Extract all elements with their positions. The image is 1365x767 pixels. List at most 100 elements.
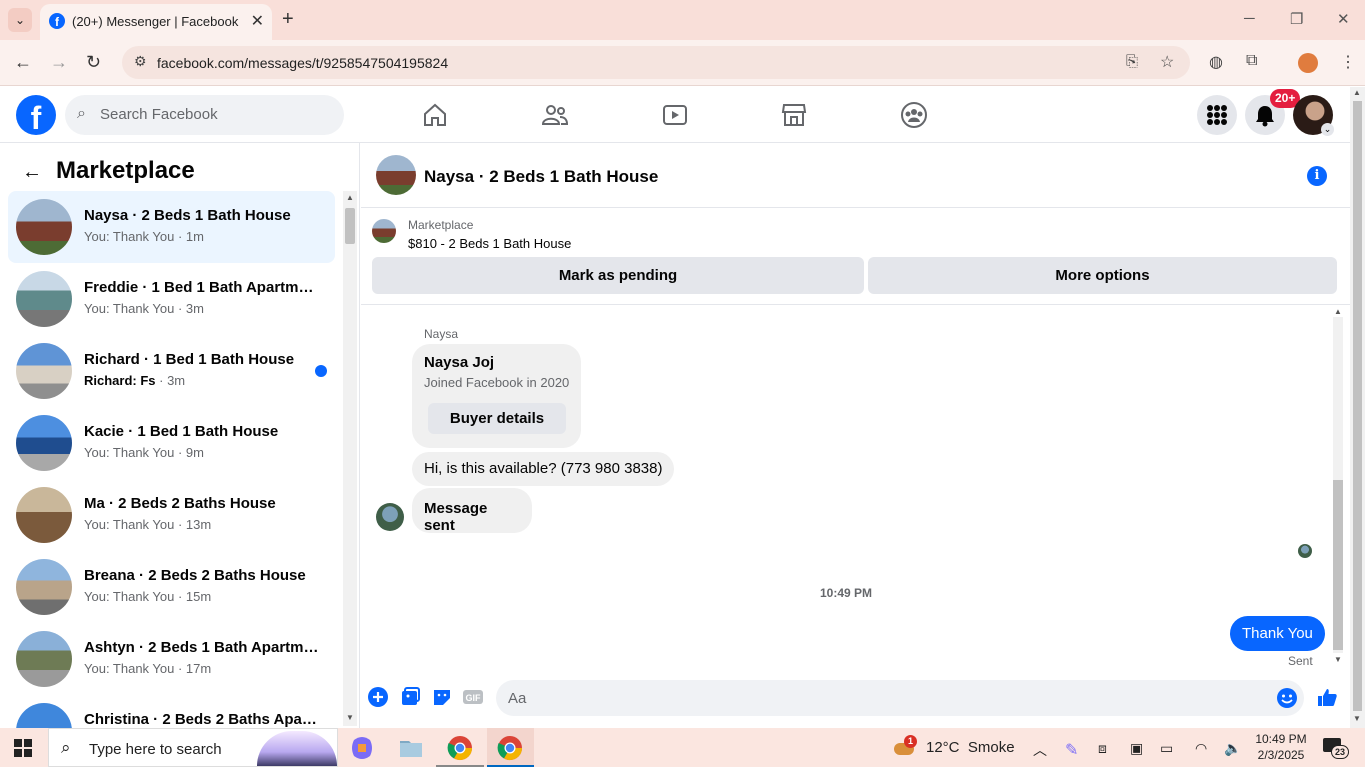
conversation-item[interactable]: Freddie · 1 Bed 1 Bath Apartment You: Th… bbox=[8, 263, 335, 335]
conversation-item[interactable]: Ashtyn · 2 Beds 1 Bath Apartment You: Th… bbox=[8, 623, 335, 695]
message-timestamp: 10:49 PM bbox=[819, 586, 873, 600]
back-icon[interactable]: ← bbox=[14, 52, 32, 73]
scroll-down-icon[interactable]: ▼ bbox=[346, 713, 354, 722]
account-chevron-icon[interactable]: ⌄ bbox=[1321, 123, 1334, 136]
page-scrollbar[interactable]: ▲ ▼ bbox=[1350, 87, 1365, 728]
translate-icon[interactable]: ◍ bbox=[1209, 52, 1223, 72]
wifi-icon[interactable]: ◠ bbox=[1195, 740, 1207, 757]
chrome-icon[interactable] bbox=[446, 734, 474, 762]
copilot-icon[interactable] bbox=[348, 734, 376, 762]
menu-grid-button[interactable] bbox=[1197, 95, 1237, 135]
close-window-icon[interactable]: ✕ bbox=[1337, 10, 1350, 28]
buyer-details-button[interactable]: Buyer details bbox=[428, 403, 566, 434]
listing-thumbnail bbox=[16, 343, 72, 399]
my-message-bubble[interactable]: Thank You bbox=[1230, 616, 1325, 651]
thumbs-up-icon[interactable] bbox=[1316, 686, 1338, 708]
bookmark-star-icon[interactable]: ☆ bbox=[1160, 52, 1174, 72]
listing-source-label: Marketplace bbox=[408, 218, 474, 232]
scrollbar-thumb[interactable] bbox=[1333, 480, 1343, 650]
scroll-up-icon[interactable]: ▲ bbox=[1334, 307, 1342, 316]
pen-icon[interactable]: ✎ bbox=[1065, 740, 1078, 760]
taskbar-search-input[interactable]: ⌕ Type here to search bbox=[48, 728, 338, 767]
gif-icon[interactable]: GIF bbox=[462, 686, 484, 708]
battery-icon[interactable]: ▭ bbox=[1160, 740, 1173, 757]
restore-icon[interactable]: ❐ bbox=[1290, 10, 1303, 28]
profile-card: Naysa Joj Joined Facebook in 2020 Buyer … bbox=[412, 344, 581, 448]
conversation-item[interactable]: Richard · 1 Bed 1 Bath House Richard: Fs… bbox=[8, 335, 335, 407]
notification-count: 23 bbox=[1331, 745, 1349, 759]
marketplace-icon[interactable] bbox=[780, 101, 808, 129]
scrollbar-thumb[interactable] bbox=[345, 208, 355, 244]
profile-icon[interactable] bbox=[1298, 53, 1318, 73]
search-icon: ⌕ bbox=[61, 738, 71, 757]
conversation-item[interactable]: Kacie · 1 Bed 1 Bath House You: Thank Yo… bbox=[8, 407, 335, 479]
clock[interactable]: 10:49 PM 2/3/2025 bbox=[1252, 731, 1310, 763]
close-tab-icon[interactable]: ✕ bbox=[251, 11, 264, 31]
display-icon[interactable]: ▣ bbox=[1130, 740, 1143, 757]
back-arrow-icon[interactable]: ← bbox=[22, 161, 42, 184]
photo-icon[interactable] bbox=[399, 686, 421, 708]
message-input[interactable]: Aa bbox=[496, 680, 1304, 716]
clock-date: 2/3/2025 bbox=[1257, 748, 1305, 762]
windows-start-icon[interactable] bbox=[14, 739, 32, 757]
info-icon[interactable]: i bbox=[1307, 166, 1327, 186]
video-icon[interactable] bbox=[661, 101, 689, 129]
file-explorer-icon[interactable] bbox=[397, 734, 425, 762]
scroll-down-icon[interactable]: ▼ bbox=[1353, 714, 1361, 723]
meet-now-icon[interactable]: ⧈ bbox=[1098, 740, 1107, 757]
more-options-button[interactable]: More options bbox=[868, 257, 1337, 294]
scroll-up-icon[interactable]: ▲ bbox=[1353, 88, 1361, 97]
conversation-preview: Richard: Fs · 3m bbox=[84, 373, 186, 388]
message-thread-scrollbar[interactable]: ▲ ▼ bbox=[1331, 305, 1345, 665]
home-icon[interactable] bbox=[421, 101, 449, 129]
listing-thumbnail bbox=[16, 631, 72, 687]
listing-price[interactable]: $810 - 2 Beds 1 Bath House bbox=[408, 236, 571, 251]
conversation-title[interactable]: Naysa · 2 Beds 1 Bath House bbox=[424, 167, 658, 187]
tray-chevron-icon[interactable]: ︿ bbox=[1033, 740, 1047, 760]
install-app-icon[interactable]: ⎘ bbox=[1126, 53, 1138, 70]
scrollbar-thumb[interactable] bbox=[1353, 101, 1362, 711]
friends-icon[interactable] bbox=[541, 101, 569, 129]
new-tab-button[interactable]: + bbox=[282, 8, 294, 31]
mark-as-pending-button[interactable]: Mark as pending bbox=[372, 257, 864, 294]
message-bubble[interactable]: Hi, is this available? (773 980 3838) bbox=[412, 452, 675, 486]
menu-kebab-icon[interactable]: ⋮ bbox=[1340, 52, 1356, 72]
site-info-icon[interactable]: ⚙ bbox=[134, 53, 147, 70]
notification-center-icon[interactable]: 23 bbox=[1323, 738, 1349, 759]
scroll-up-icon[interactable]: ▲ bbox=[346, 193, 354, 202]
conversation-item[interactable]: Naysa · 2 Beds 1 Bath House You: Thank Y… bbox=[8, 191, 335, 263]
conversation-title: Kacie · 1 Bed 1 Bath House bbox=[84, 423, 279, 440]
tab-search-button[interactable]: ⌄ bbox=[8, 8, 32, 32]
groups-icon[interactable] bbox=[900, 101, 928, 129]
forward-icon[interactable]: → bbox=[50, 52, 68, 73]
weather-widget-icon[interactable]: 1 bbox=[894, 735, 917, 757]
marketplace-conversation-list: ← Marketplace Naysa · 2 Beds 1 Bath Hous… bbox=[0, 143, 360, 728]
conversation-item[interactable]: Ma · 2 Beds 2 Baths House You: Thank You… bbox=[8, 479, 335, 551]
search-input[interactable]: ⌕ Search Facebook bbox=[65, 95, 344, 135]
unread-dot bbox=[315, 365, 327, 377]
conversation-item[interactable]: Breana · 2 Beds 2 Baths House You: Thank… bbox=[8, 551, 335, 623]
weather-badge: 1 bbox=[904, 735, 917, 748]
conversation-preview: You: Thank You · 9m bbox=[84, 445, 204, 460]
profile-card-joined: Joined Facebook in 2020 bbox=[424, 375, 570, 390]
scroll-down-icon[interactable]: ▼ bbox=[1334, 655, 1342, 664]
listing-thumbnail[interactable] bbox=[372, 219, 396, 243]
emoji-icon[interactable] bbox=[1276, 687, 1298, 709]
sender-avatar[interactable] bbox=[376, 503, 404, 531]
reload-icon[interactable]: ↻ bbox=[86, 52, 101, 73]
extensions-icon[interactable]: ⧉ bbox=[1246, 52, 1257, 70]
browser-tab[interactable]: f (20+) Messenger | Facebook ✕ bbox=[40, 4, 272, 40]
taskbar-active-app[interactable] bbox=[487, 728, 534, 767]
plus-circle-icon[interactable] bbox=[367, 686, 389, 708]
conversation-title: Ma · 2 Beds 2 Baths House bbox=[84, 495, 276, 512]
conversation-list-scrollbar[interactable]: ▲ ▼ bbox=[343, 191, 357, 726]
facebook-logo[interactable]: f bbox=[16, 95, 56, 136]
conversation-thumbnail[interactable] bbox=[376, 155, 416, 195]
address-bar[interactable]: ⚙ facebook.com/messages/t/92585475041958… bbox=[122, 46, 1190, 79]
weather-text[interactable]: 12°C Smoke bbox=[926, 739, 1015, 756]
sender-name: Naysa bbox=[424, 327, 459, 341]
conversation-item[interactable]: Christina · 2 Beds 2 Baths Apartment bbox=[8, 695, 335, 728]
minimize-icon[interactable]: ─ bbox=[1244, 10, 1255, 27]
sticker-icon[interactable] bbox=[431, 686, 453, 708]
volume-icon[interactable]: 🔈 bbox=[1224, 740, 1241, 757]
